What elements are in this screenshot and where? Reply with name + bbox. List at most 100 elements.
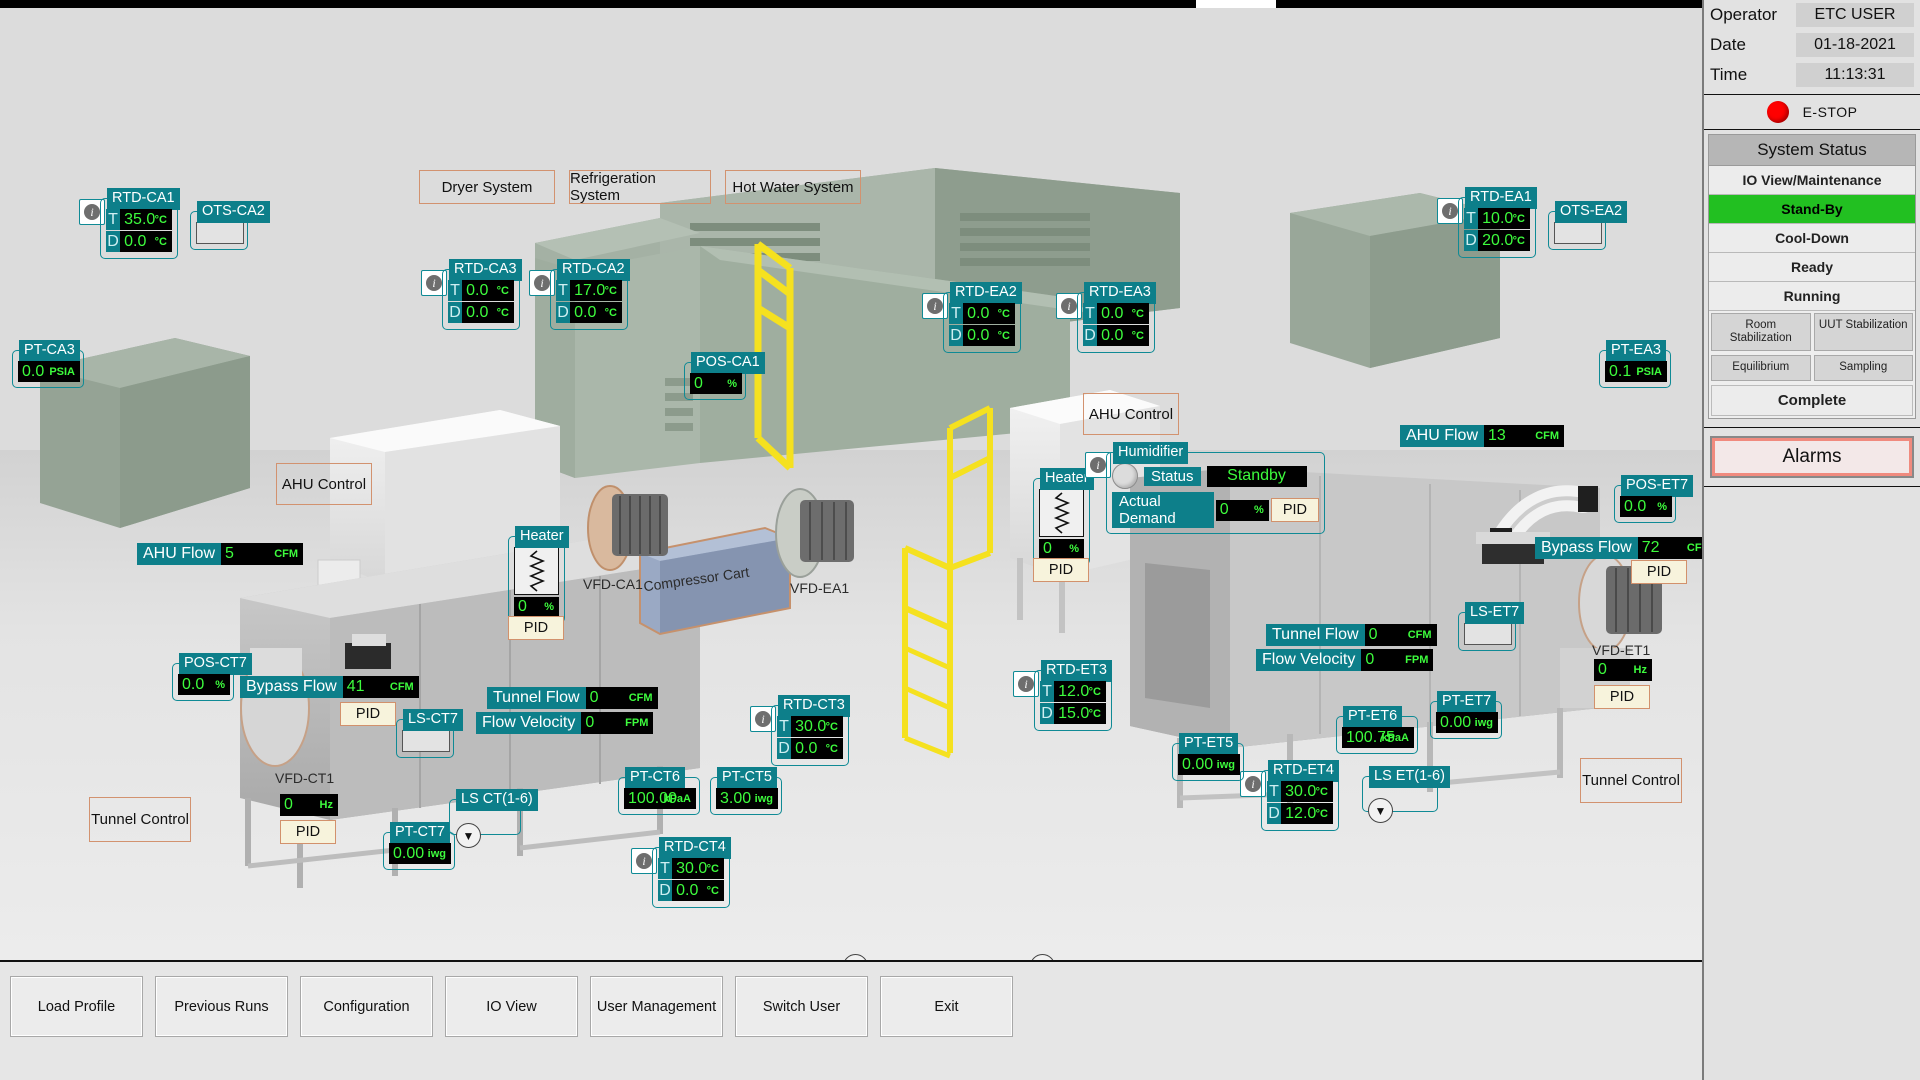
tunnel-flow-condenser-label: Tunnel Flow xyxy=(487,687,586,709)
load-profile-button[interactable]: Load Profile xyxy=(10,976,143,1037)
tunnel-control-left-button[interactable]: Tunnel Control xyxy=(89,797,191,842)
pid-humidifier-button[interactable]: PID xyxy=(1270,498,1319,522)
rtd-ea1-group[interactable]: RTD-EA1 T 10.0 °C D 20.0 °C xyxy=(1458,187,1537,258)
pos-ct7-group[interactable]: POS-CT7 0.0% xyxy=(172,653,252,701)
rtd-ea2-t-unit: °C xyxy=(997,307,1010,320)
vfd-ct1-drive[interactable]: 0 Hz xyxy=(280,794,338,816)
pid-vfd-ct1-button[interactable]: PID xyxy=(280,820,336,844)
status-uut-stabilization[interactable]: UUT Stabilization xyxy=(1813,313,1913,352)
status-io-view-maintenance[interactable]: IO View/Maintenance xyxy=(1709,166,1915,195)
heater-condenser-group[interactable]: Heater 0% xyxy=(508,526,569,623)
tunnel-control-right-button[interactable]: Tunnel Control xyxy=(1580,758,1682,803)
previous-runs-button[interactable]: Previous Runs xyxy=(155,976,288,1037)
pt-et6-group[interactable]: PT-ET6 100.75 kPaA xyxy=(1336,706,1418,754)
status-room-stabilization[interactable]: Room Stabilization xyxy=(1711,313,1811,352)
status-complete[interactable]: Complete xyxy=(1711,384,1913,416)
tunnel-flow-evaporator[interactable]: Tunnel Flow 0 CFM xyxy=(1266,624,1437,646)
vfd-et1-drive[interactable]: 0 Hz xyxy=(1594,659,1652,681)
switch-user-button[interactable]: Switch User xyxy=(735,976,868,1037)
dryer-system-label: Dryer System xyxy=(441,178,533,196)
pid-bypass-evaporator-button[interactable]: PID xyxy=(1631,560,1687,584)
user-management-label: User Management xyxy=(596,998,717,1015)
pid-heater-condenser-button[interactable]: PID xyxy=(508,616,564,640)
pt-et7-group[interactable]: PT-ET7 0.00 iwg xyxy=(1430,691,1502,739)
rtd-ea3-group[interactable]: RTD-EA3 T 0.0 °C D 0.0 °C xyxy=(1077,282,1156,353)
rtd-ea1-d-unit: °C xyxy=(1512,234,1525,247)
pos-et7-group[interactable]: POS-ET7 0.0% xyxy=(1614,475,1694,523)
status-equilibrium[interactable]: Equilibrium xyxy=(1711,355,1811,381)
hot-water-system-button[interactable]: Hot Water System xyxy=(725,170,861,204)
refrigeration-system-button[interactable]: Refrigeration System xyxy=(569,170,711,204)
bypass-flow-evaporator[interactable]: Bypass Flow 72 CFM xyxy=(1535,537,1702,559)
rtd-ca1-group[interactable]: RTD-CA1 T 35.0 °C D 0.0 °C xyxy=(100,188,180,259)
status-complete-label: Complete xyxy=(1777,391,1847,409)
vfd-et1-label: VFD-ET1 xyxy=(1592,642,1651,658)
rtd-ca3-group[interactable]: RTD-CA3 T 0.0 °C D 0.0 °C xyxy=(442,259,522,330)
ots-ca2-group[interactable]: OTS-CA2 xyxy=(190,201,270,250)
time-value: 11:13:31 xyxy=(1796,63,1914,87)
exit-button[interactable]: Exit xyxy=(880,976,1013,1037)
pid-vfd-et1-button[interactable]: PID xyxy=(1594,685,1650,709)
pt-ct5-tag: PT-CT5 xyxy=(717,767,777,789)
coil-glyph xyxy=(528,550,545,592)
ls-ct7-indicator xyxy=(402,730,450,752)
pt-ct6-group[interactable]: PT-CT6 100.00 kPaA xyxy=(618,767,700,815)
pt-ea3-group[interactable]: PT-EA3 0.1 PSIA xyxy=(1599,340,1671,388)
status-running[interactable]: Running xyxy=(1709,282,1915,311)
ls-et7-group[interactable]: LS-ET7 xyxy=(1458,602,1525,651)
chevron-down-icon[interactable]: ▼ xyxy=(1368,798,1393,823)
exit-label: Exit xyxy=(934,998,959,1015)
rtd-ca1-t-unit: °C xyxy=(154,213,167,226)
pt-et5-unit: iwg xyxy=(1216,758,1235,771)
tunnel-flow-condenser[interactable]: Tunnel Flow 0 CFM xyxy=(487,687,658,709)
bypass-flow-condenser[interactable]: Bypass Flow 41 CFM xyxy=(240,676,419,698)
pid-heater-evaporator-button[interactable]: PID xyxy=(1033,558,1089,582)
ots-ca2-tag: OTS-CA2 xyxy=(197,201,270,223)
rtd-ea3-t-unit: °C xyxy=(1131,307,1144,320)
pt-ca3-group[interactable]: PT-CA3 0.0 PSIA xyxy=(12,340,84,388)
rtd-ca2-group[interactable]: RTD-CA2 T 17.0 °C D 0.0 °C xyxy=(550,259,630,330)
heater-evaporator-group[interactable]: Heater 0% xyxy=(1033,468,1094,565)
configuration-button[interactable]: Configuration xyxy=(300,976,433,1037)
rtd-ct3-t-chip: T xyxy=(777,716,792,737)
ots-ea2-group[interactable]: OTS-EA2 xyxy=(1548,201,1628,250)
flow-velocity-evaporator[interactable]: Flow Velocity 0 FPM xyxy=(1256,649,1434,671)
estop-button[interactable]: E-STOP xyxy=(1704,94,1920,130)
status-ready[interactable]: Ready xyxy=(1709,253,1915,282)
user-management-button[interactable]: User Management xyxy=(590,976,723,1037)
humidifier-group[interactable]: Humidifier Status Standby Actual Demand … xyxy=(1106,442,1325,534)
ls-et7-tag: LS-ET7 xyxy=(1465,602,1525,624)
pt-et5-group[interactable]: PT-ET5 0.00 iwg xyxy=(1172,733,1244,781)
pt-ct7-group[interactable]: PT-CT7 0.00 iwg xyxy=(383,822,455,870)
rtd-ct4-group[interactable]: RTD-CT4 T 30.0 °C D 0.0 °C xyxy=(652,837,731,908)
rtd-ca1-tag: RTD-CA1 xyxy=(107,188,180,210)
chevron-down-icon[interactable]: ▼ xyxy=(456,823,481,848)
io-view-button[interactable]: IO View xyxy=(445,976,578,1037)
ahu-flow-evaporator[interactable]: AHU Flow 13 CFM xyxy=(1400,425,1565,447)
heater-condenser-value: 0 xyxy=(518,598,527,615)
rtd-ct3-group[interactable]: RTD-CT3 T 30.0 °C D 0.0 °C xyxy=(771,695,850,766)
alarms-button[interactable]: Alarms xyxy=(1710,435,1914,478)
ahu-control-right-label: AHU Control xyxy=(1088,405,1174,423)
ahu-control-right-button[interactable]: AHU Control xyxy=(1083,393,1179,435)
rtd-ea2-group[interactable]: RTD-EA2 T 0.0 °C D 0.0 °C xyxy=(943,282,1022,353)
dryer-system-button[interactable]: Dryer System xyxy=(419,170,555,204)
pos-ca1-group[interactable]: POS-CA1 0% xyxy=(684,352,765,400)
rtd-et4-group[interactable]: RTD-ET4 T 30.0 °C D 12.0 °C xyxy=(1261,760,1339,831)
status-stand-by[interactable]: Stand-By xyxy=(1709,195,1915,224)
ls-ct7-group[interactable]: LS-CT7 xyxy=(396,709,463,758)
ahu-control-left-button[interactable]: AHU Control xyxy=(276,463,372,505)
ahu-flow-condenser[interactable]: AHU Flow 5 CFM xyxy=(137,543,304,565)
status-cool-down[interactable]: Cool-Down xyxy=(1709,224,1915,253)
ahu-flow-evaporator-value: 13 xyxy=(1488,427,1506,444)
rtd-et4-d-unit: °C xyxy=(1315,807,1328,820)
estop-indicator-icon xyxy=(1766,101,1789,123)
pid-bypass-condenser-button[interactable]: PID xyxy=(340,702,396,726)
rtd-ct3-d-unit: °C xyxy=(825,742,838,755)
pt-ct5-group[interactable]: PT-CT5 3.00 iwg xyxy=(710,767,782,815)
ots-ca2-indicator xyxy=(196,222,244,244)
status-sampling[interactable]: Sampling xyxy=(1813,355,1913,381)
flow-velocity-condenser[interactable]: Flow Velocity 0 FPM xyxy=(476,712,654,734)
rtd-et3-group[interactable]: RTD-ET3 T 12.0 °C D 15.0 °C xyxy=(1034,660,1112,731)
tunnel-flow-evaporator-value: 0 xyxy=(1368,626,1378,643)
